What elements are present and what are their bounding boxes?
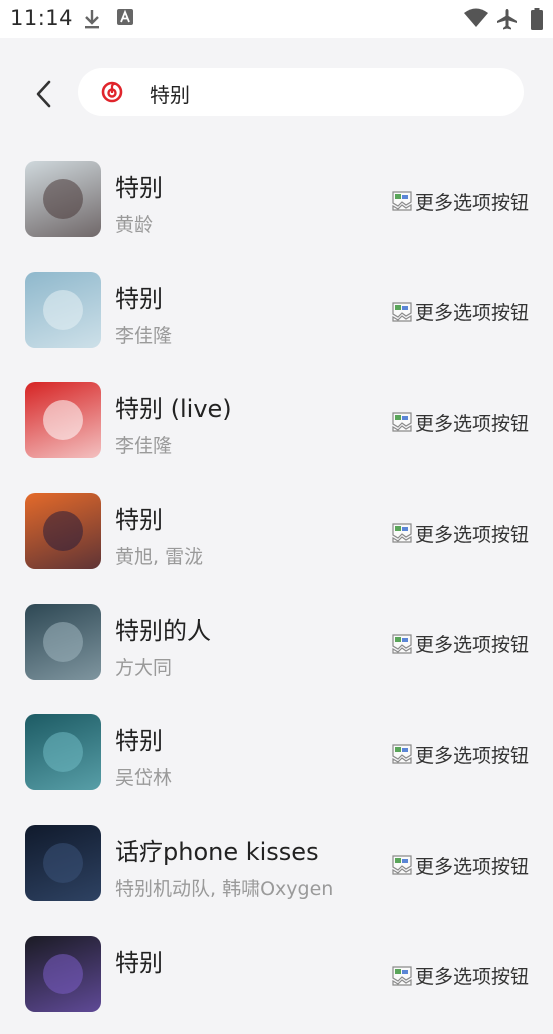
album-cover-art: [43, 179, 83, 219]
song-row[interactable]: 话疗phone kisses 特别机动队, 韩啸Oxygen 更多选项按钮: [0, 812, 553, 923]
album-cover-art: [43, 953, 83, 994]
netease-music-logo-icon: [101, 81, 123, 103]
search-query-text: 特别: [150, 83, 190, 107]
song-row[interactable]: 特别李佳隆 更多选项按钮: [0, 259, 553, 370]
broken-image-icon: [392, 523, 412, 543]
more-options-label: 更多选项按钮: [415, 302, 530, 325]
broken-image-icon: [392, 744, 412, 765]
album-cover: [25, 493, 101, 570]
album-cover: [25, 714, 101, 791]
song-row[interactable]: 特别的人方大同 更多选项按钮: [0, 591, 553, 702]
song-row[interactable]: 特别吴岱林 更多选项按钮: [0, 701, 553, 812]
song-artist: 方大同: [115, 656, 173, 679]
more-options-label: 更多选项按钮: [415, 634, 530, 657]
more-options-button[interactable]: 更多选项按钮: [391, 299, 529, 325]
broken-image-icon: [392, 302, 412, 322]
more-options-label: 更多选项按钮: [415, 966, 530, 989]
more-options-label: 更多选项按钮: [415, 855, 530, 878]
song-row[interactable]: 特别 (live) 李佳隆 更多选项按钮: [0, 369, 553, 480]
album-cover: [25, 603, 101, 680]
album-cover: [25, 161, 101, 237]
more-options-button[interactable]: 更多选项按钮: [391, 963, 529, 989]
more-options-button[interactable]: 更多选项按钮: [391, 741, 529, 767]
song-artist: 李佳隆: [115, 435, 173, 458]
album-cover-art: [43, 621, 83, 662]
song-list: 特别 黄龄 更多选项按钮 特别 李佳隆 更多选项按钮 特别 (live) 李佳隆 更多选项按钮特…: [0, 148, 553, 1034]
more-options-label: 更多选项按钮: [415, 523, 530, 546]
song-row[interactable]: 特别黄龄 更多选项按钮: [0, 148, 553, 259]
album-cover-art: [43, 511, 83, 552]
battery-icon: [531, 8, 543, 30]
song-title: 特别: [115, 284, 163, 313]
song-artist: 黄龄: [115, 214, 154, 236]
more-options-button[interactable]: 更多选项按钮: [391, 631, 529, 657]
song-title: 特别: [115, 506, 163, 535]
search-header: 特别: [0, 38, 553, 148]
broken-image-icon: [392, 855, 412, 875]
album-cover-art: [43, 400, 83, 441]
album-cover-art: [43, 732, 83, 773]
more-options-label: 更多选项按钮: [415, 191, 530, 214]
song-title: 特别的人: [115, 616, 211, 645]
album-cover: [25, 382, 101, 459]
song-row[interactable]: 特别更多选项按钮: [0, 923, 553, 1034]
song-artist: 吴岱林: [115, 767, 173, 790]
album-cover: [25, 271, 101, 348]
airplane-icon: [497, 9, 517, 30]
song-title: 话疗phone kisses: [115, 838, 319, 867]
song-artist: 李佳隆: [115, 324, 173, 347]
more-options-button[interactable]: 更多选项按钮: [391, 852, 529, 878]
song-title: 特别: [115, 948, 163, 977]
broken-image-icon: [392, 412, 412, 432]
back-button[interactable]: [24, 74, 64, 114]
wifi-icon: [464, 8, 488, 27]
notification-a-icon: [117, 9, 133, 25]
broken-image-icon: [392, 191, 412, 211]
status-bar: 11:14: [0, 0, 553, 38]
status-time: 11:14: [10, 6, 74, 30]
more-options-button[interactable]: 更多选项按钮: [391, 520, 529, 546]
album-cover: [25, 825, 101, 902]
broken-image-icon: [392, 634, 412, 654]
more-options-button[interactable]: 更多选项按钮: [391, 409, 529, 435]
more-options-label: 更多选项按钮: [415, 412, 530, 435]
back-arrow-icon: [36, 80, 51, 108]
song-title: 特别: [115, 174, 163, 202]
search-input[interactable]: 特别: [78, 68, 524, 116]
download-icon: [85, 10, 99, 29]
song-artist: 特别机动队, 韩啸Oxygen: [115, 878, 334, 901]
album-cover-art: [43, 289, 83, 330]
more-options-label: 更多选项按钮: [415, 744, 530, 767]
album-cover: [25, 935, 101, 1012]
more-options-button[interactable]: 更多选项按钮: [391, 188, 529, 214]
song-row[interactable]: 特别黄旭, 雷泷 更多选项按钮: [0, 480, 553, 591]
album-cover-art: [43, 843, 83, 884]
song-title: 特别 (live): [115, 395, 232, 424]
song-artist: 黄旭, 雷泷: [115, 546, 204, 569]
song-title: 特别: [115, 727, 163, 756]
